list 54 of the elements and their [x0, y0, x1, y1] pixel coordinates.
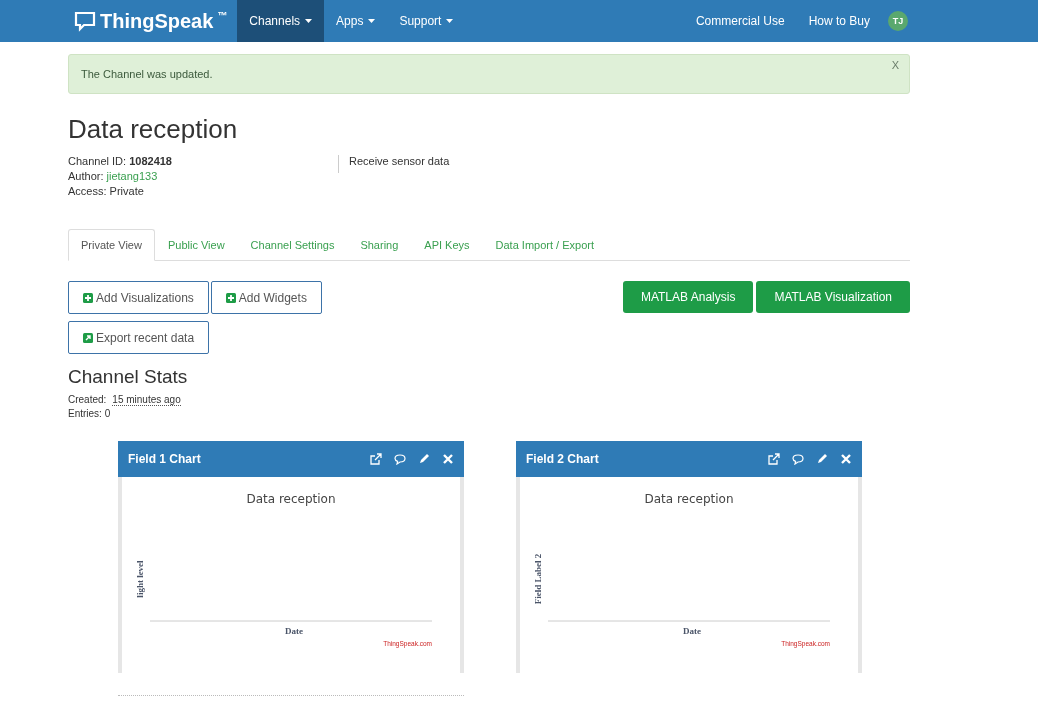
tab[interactable]: API Keys	[411, 229, 483, 261]
speech-bubble-icon[interactable]	[792, 453, 804, 465]
channel-title: Data reception	[68, 114, 239, 145]
close-icon[interactable]	[442, 453, 454, 465]
x-axis-label: Date	[285, 626, 303, 636]
y-axis-label: light level	[135, 560, 145, 598]
created-time: 15 minutes ago	[112, 394, 181, 406]
action-button[interactable]: Add Widgets	[210, 281, 322, 314]
alert-message: The Channel was updated.	[81, 68, 213, 80]
speech-bubble-icon[interactable]	[394, 453, 406, 465]
caret-icon	[368, 19, 376, 23]
tab[interactable]: Private View	[68, 229, 155, 261]
created-label: Created:	[68, 394, 107, 406]
brand-name[interactable]: ThingSpeak	[100, 9, 214, 33]
action-button[interactable]: Add Visualizations	[68, 281, 209, 314]
tab[interactable]: Sharing	[347, 229, 412, 261]
stats-heading: Channel Stats	[68, 366, 189, 388]
tab[interactable]: Public View	[154, 229, 238, 261]
tab[interactable]: Channel Settings	[237, 229, 348, 261]
plus-icon	[225, 292, 236, 303]
y-axis-label: Field Label 2	[533, 553, 543, 605]
close-button[interactable]: X	[891, 59, 899, 71]
channel-id: Channel ID: 1082418	[68, 155, 173, 167]
chart-title: Data reception	[644, 492, 734, 506]
external-link-icon[interactable]	[370, 453, 382, 465]
matlab-button[interactable]: MATLAB Analysis	[622, 281, 754, 313]
chart-header-title: Field 2 Chart	[526, 452, 600, 466]
tab[interactable]: Data Import / Export	[482, 229, 607, 261]
export-icon	[83, 332, 93, 343]
author-link[interactable]: jietang133	[106, 170, 158, 182]
channel-access: Access: Private	[68, 185, 145, 197]
chart-header-title: Field 1 Chart	[128, 452, 202, 466]
chart-title: Data reception	[246, 492, 336, 506]
pencil-icon[interactable]	[816, 453, 828, 465]
user-avatar[interactable]: TJ	[888, 11, 908, 31]
channel-description: Receive sensor data	[338, 155, 450, 173]
pencil-icon[interactable]	[418, 453, 430, 465]
close-icon[interactable]	[840, 453, 852, 465]
speech-bubble-logo-icon	[74, 10, 96, 32]
trademark-sign: ™	[217, 10, 228, 21]
matlab-button[interactable]: MATLAB Visualization	[756, 281, 910, 313]
action-button[interactable]: Export recent data	[68, 321, 210, 354]
nav-menu[interactable]: Apps	[324, 0, 388, 42]
caret-icon	[305, 19, 313, 23]
external-link-icon[interactable]	[768, 453, 780, 465]
entries-count: Entries: 0	[68, 408, 111, 419]
nav-link[interactable]: How to Buy	[796, 0, 882, 42]
nav-menu[interactable]: Channels	[237, 0, 325, 42]
x-axis-label: Date	[683, 626, 701, 636]
caret-icon	[446, 19, 454, 23]
channel-author: Author: jietang133	[68, 170, 159, 182]
nav-menu[interactable]: Support	[387, 0, 466, 42]
nav-link[interactable]: Commercial Use	[683, 0, 797, 42]
plus-icon	[83, 292, 93, 303]
